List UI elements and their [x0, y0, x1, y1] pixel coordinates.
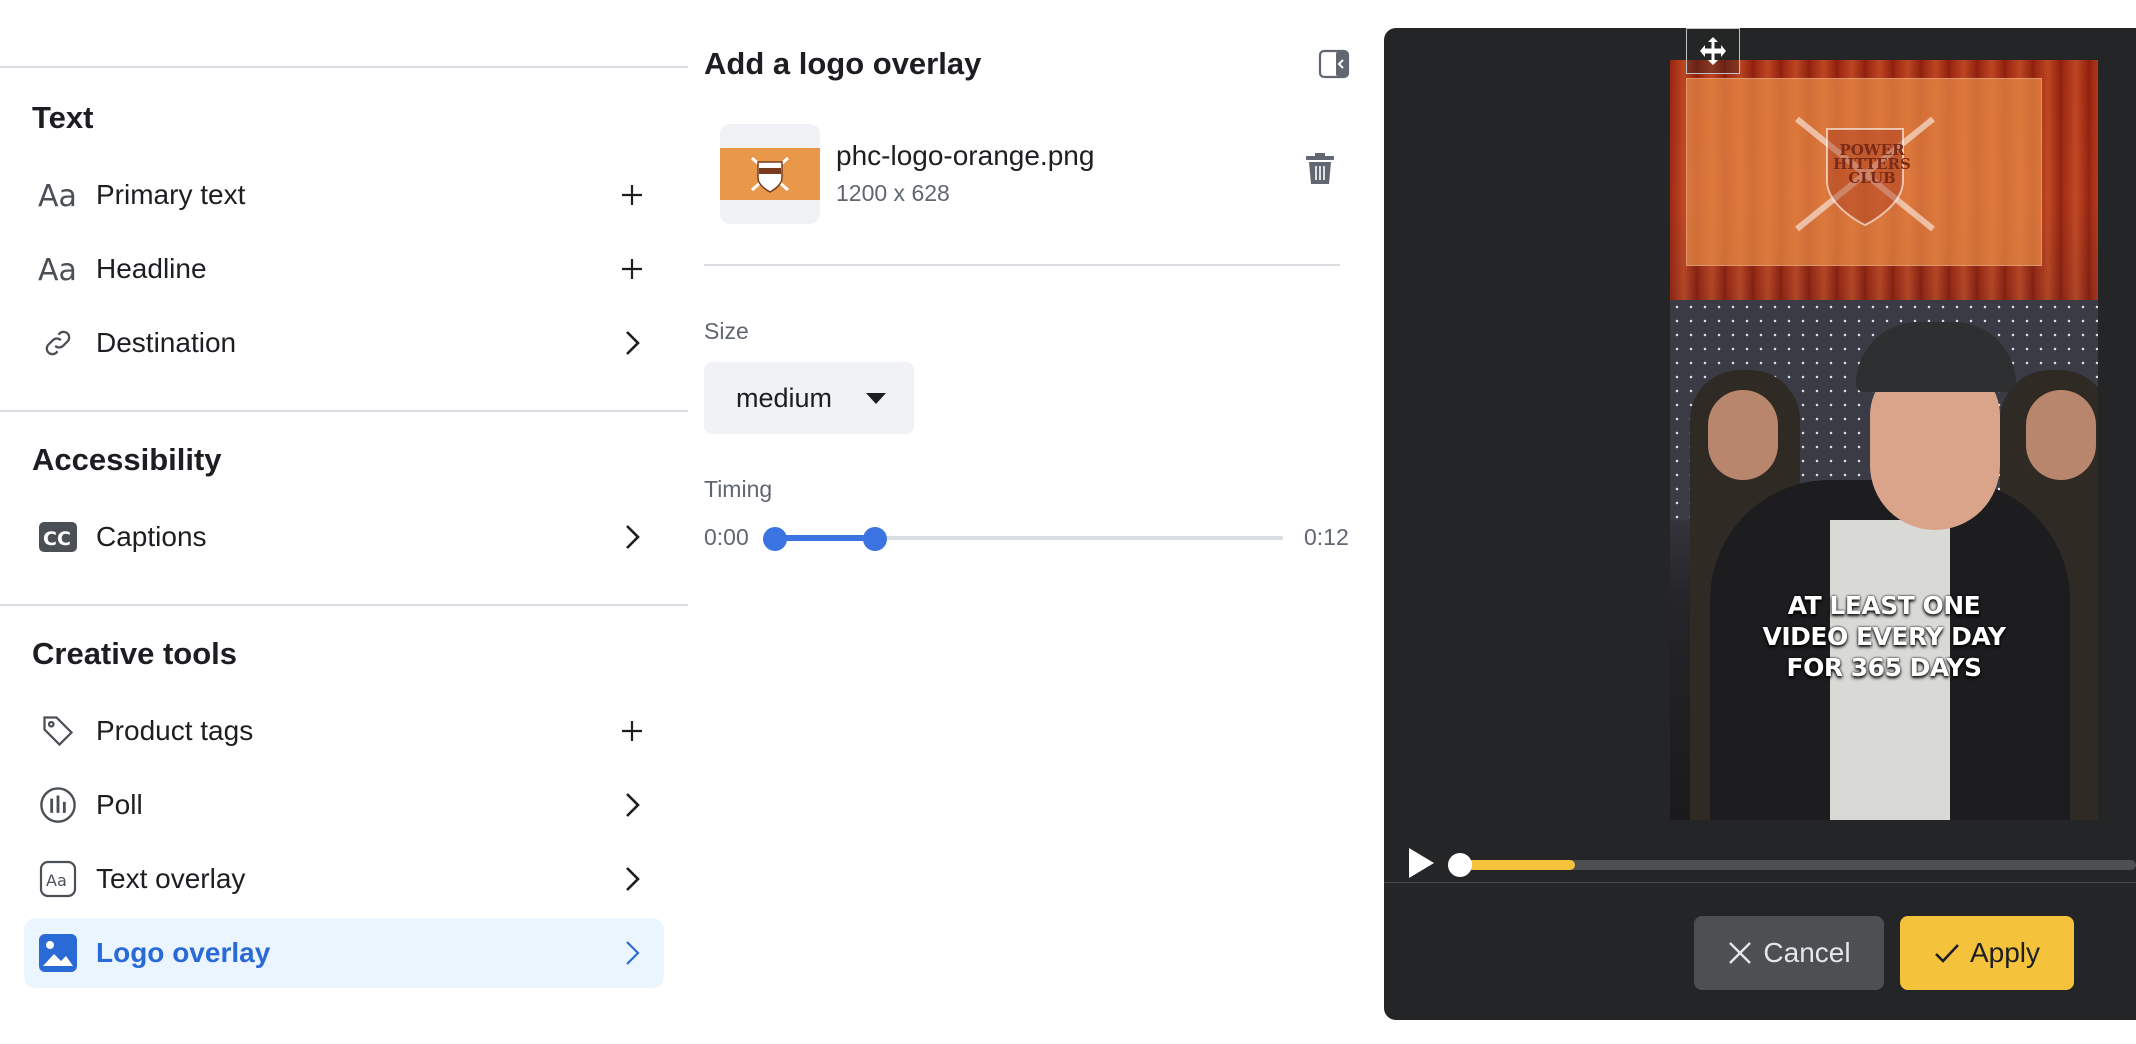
image-icon — [36, 931, 80, 975]
timing-label: Timing — [704, 476, 773, 502]
file-dimensions: 1200 x 628 — [836, 180, 950, 206]
caret-down-icon — [866, 392, 886, 404]
sidebar-item-label: Destination — [96, 327, 237, 358]
chevron-right-icon[interactable] — [612, 323, 652, 363]
sidebar-item-text-overlay[interactable]: Aa Text overlay — [24, 844, 664, 914]
chevron-right-icon[interactable] — [612, 517, 652, 557]
plus-icon[interactable] — [612, 711, 652, 751]
logo-thumbnail-image — [720, 148, 820, 200]
divider — [704, 264, 1340, 266]
divider — [0, 410, 688, 412]
sidebar-item-label: Poll — [96, 789, 143, 820]
logo-overlay-text: POWER HITTERS CLUB — [1833, 141, 1911, 187]
caption-line: VIDEO EVERY DAY — [1762, 622, 2006, 651]
sidebar-item-destination[interactable]: Destination — [24, 308, 664, 378]
video-caption: AT LEAST ONE VIDEO EVERY DAY FOR 365 DAY… — [1670, 590, 2098, 683]
cancel-button-label: Cancel — [1763, 937, 1851, 968]
caption-line: FOR 365 DAYS — [1786, 653, 1983, 682]
svg-text:Aa: Aa — [46, 871, 67, 890]
sidebar-item-label: Product tags — [96, 715, 254, 746]
play-icon[interactable] — [1404, 846, 1440, 882]
close-icon — [1729, 942, 1752, 964]
collapse-panel-icon[interactable] — [1318, 48, 1350, 80]
logo-thumbnail — [720, 124, 820, 224]
sidebar-item-label: Captions — [96, 521, 207, 552]
size-select[interactable]: medium — [704, 362, 914, 434]
timing-end: 0:12 — [1304, 524, 1349, 550]
svg-text:CC: CC — [43, 528, 71, 550]
video-frame: POWER HITTERS CLUB AT LEAST ONE VIDEO EV… — [1670, 60, 2098, 820]
svg-text:Aa: Aa — [38, 179, 77, 213]
background-person-face — [2026, 390, 2096, 480]
size-label: Size — [704, 318, 749, 344]
caption-line: AT LEAST ONE — [1787, 591, 1981, 620]
file-name: phc-logo-orange.png — [836, 140, 1095, 171]
divider — [1384, 882, 2136, 883]
video-preview: POWER HITTERS CLUB AT LEAST ONE VIDEO EV… — [1384, 28, 2136, 1020]
creative-sidebar: Text Aa Primary text Aa Headline Destina… — [0, 0, 688, 1044]
section-title-text: Text — [32, 100, 94, 135]
checkmark-icon — [1935, 944, 1959, 963]
chevron-right-icon[interactable] — [612, 785, 652, 825]
move-icon[interactable] — [1686, 28, 1740, 74]
timing-slider-range — [773, 535, 875, 541]
sidebar-item-primary-text[interactable]: Aa Primary text — [24, 160, 664, 230]
sidebar-item-poll[interactable]: Poll — [24, 770, 664, 840]
divider — [0, 66, 688, 68]
text-aa-icon: Aa — [36, 247, 80, 291]
sidebar-item-product-tags[interactable]: Product tags — [24, 696, 664, 766]
logo-overlay-box[interactable]: POWER HITTERS CLUB — [1686, 78, 2042, 266]
link-icon — [36, 321, 80, 365]
background-person-face — [1708, 390, 1778, 480]
sidebar-item-label: Primary text — [96, 179, 246, 210]
apply-button-label: Apply — [1969, 937, 2041, 968]
sidebar-item-logo-overlay[interactable]: Logo overlay — [24, 918, 664, 988]
plus-icon[interactable] — [612, 175, 652, 215]
sidebar-item-label: Headline — [96, 253, 207, 284]
plus-icon[interactable] — [612, 249, 652, 289]
chevron-right-icon[interactable] — [612, 859, 652, 899]
apply-button[interactable]: Apply — [1900, 916, 2074, 990]
size-select-value: medium — [736, 382, 833, 413]
timing-start: 0:00 — [704, 524, 749, 550]
divider — [0, 604, 688, 606]
panel-title: Add a logo overlay — [704, 46, 982, 81]
section-title-accessibility: Accessibility — [32, 442, 222, 477]
sidebar-item-label: Text overlay — [96, 863, 246, 894]
cancel-button[interactable]: Cancel — [1694, 916, 1884, 990]
svg-text:Aa: Aa — [38, 253, 77, 287]
text-aa-icon: Aa — [36, 173, 80, 217]
sidebar-item-label: Logo overlay — [96, 937, 271, 968]
trash-icon[interactable] — [1304, 150, 1344, 190]
video-progress-handle[interactable] — [1448, 853, 1472, 877]
logo-overlay-panel: Add a logo overlay phc-logo-orange.png 1… — [688, 0, 1356, 1044]
sidebar-item-headline[interactable]: Aa Headline — [24, 234, 664, 304]
sidebar-item-captions[interactable]: CC Captions — [24, 502, 664, 572]
timing-start-handle[interactable] — [763, 527, 787, 551]
section-title-creative-tools: Creative tools — [32, 636, 238, 671]
cc-icon: CC — [36, 515, 80, 559]
text-overlay-icon: Aa — [36, 857, 80, 901]
tag-icon — [36, 709, 80, 753]
timing-end-handle[interactable] — [863, 527, 887, 551]
poll-icon — [36, 783, 80, 827]
chevron-right-icon[interactable] — [612, 933, 652, 973]
video-progress-fill — [1460, 860, 1575, 870]
